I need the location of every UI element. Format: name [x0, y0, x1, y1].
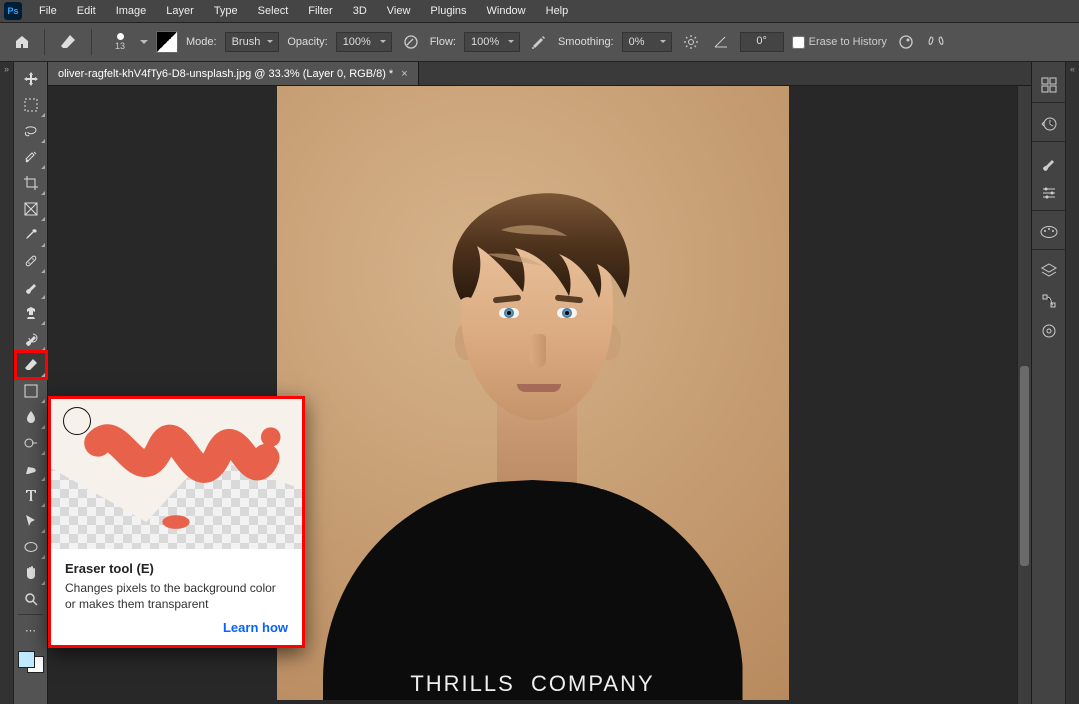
channels-icon[interactable]	[1036, 318, 1062, 344]
document-tab-title: oliver-ragfelt-khV4fTy6-D8-unsplash.jpg …	[58, 68, 393, 80]
eraser-tool[interactable]	[16, 352, 46, 378]
mode-label: Mode:	[186, 36, 217, 48]
gradient-tool[interactable]	[16, 378, 46, 404]
blur-tool[interactable]	[16, 404, 46, 430]
scroll-thumb[interactable]	[1020, 366, 1029, 566]
marquee-tool[interactable]	[16, 92, 46, 118]
swatches-icon[interactable]	[1036, 219, 1062, 245]
tshirt-text-line1: THRILLS COMPANY	[323, 671, 743, 697]
move-tool[interactable]	[16, 66, 46, 92]
edit-toolbar-icon[interactable]: ⋯	[16, 617, 46, 643]
eyedropper-tool[interactable]	[16, 222, 46, 248]
smoothing-options-icon[interactable]	[680, 31, 702, 53]
pen-tool[interactable]	[16, 456, 46, 482]
vertical-scrollbar[interactable]	[1017, 86, 1031, 704]
menu-type[interactable]: Type	[205, 2, 247, 20]
brushes-icon[interactable]	[1036, 150, 1062, 176]
quick-select-tool[interactable]	[16, 144, 46, 170]
document-tab[interactable]: oliver-ragfelt-khV4fTy6-D8-unsplash.jpg …	[48, 62, 419, 85]
tooltip-title: Eraser tool (E)	[65, 561, 288, 576]
type-tool[interactable]	[16, 482, 46, 508]
angle-icon[interactable]	[710, 31, 732, 53]
ps-logo-icon: Ps	[4, 2, 22, 20]
tooltip-learn-link[interactable]: Learn how	[223, 620, 288, 635]
smoothing-select[interactable]: 0%	[622, 32, 672, 52]
foreground-color-swatch[interactable]	[18, 651, 35, 668]
healing-tool[interactable]	[16, 248, 46, 274]
flow-label: Flow:	[430, 36, 456, 48]
shape-tool[interactable]	[16, 534, 46, 560]
tools-panel: ⋯	[14, 62, 48, 704]
tooltip-preview	[51, 399, 302, 549]
document-tabs: oliver-ragfelt-khV4fTy6-D8-unsplash.jpg …	[48, 62, 1031, 86]
layers-icon[interactable]	[1036, 258, 1062, 284]
color-swatches[interactable]	[18, 651, 44, 673]
right-panels-collapsed	[1031, 62, 1065, 704]
clone-stamp-tool[interactable]	[16, 300, 46, 326]
tool-tooltip: Eraser tool (E) Changes pixels to the ba…	[48, 396, 305, 648]
opacity-label: Opacity:	[287, 36, 327, 48]
brush-tool[interactable]	[16, 274, 46, 300]
pressure-size-icon[interactable]	[895, 31, 917, 53]
menu-window[interactable]: Window	[478, 2, 535, 20]
menu-select[interactable]: Select	[249, 2, 298, 20]
options-bar: 13 Mode: Brush Opacity: 100% Flow: 100% …	[0, 22, 1079, 62]
tooltip-description: Changes pixels to the background color o…	[65, 580, 288, 612]
home-icon[interactable]	[12, 32, 32, 52]
menu-image[interactable]: Image	[107, 2, 156, 20]
symmetry-icon[interactable]	[925, 31, 947, 53]
paths-icon[interactable]	[1036, 288, 1062, 314]
menu-view[interactable]: View	[378, 2, 420, 20]
frame-tool[interactable]	[16, 196, 46, 222]
path-select-tool[interactable]	[16, 508, 46, 534]
smoothing-label: Smoothing:	[558, 36, 614, 48]
brush-size-label: 13	[115, 41, 125, 51]
photo-content: THRILLS COMPANY BYRON BAY	[277, 86, 789, 700]
tooltip-cursor-icon	[63, 407, 91, 435]
opacity-select[interactable]: 100%	[336, 32, 392, 52]
hand-tool[interactable]	[16, 560, 46, 586]
airbrush-icon[interactable]	[528, 31, 550, 53]
toolbar-expand-gutter[interactable]: »	[0, 62, 14, 704]
erase-to-history-checkbox[interactable]: Erase to History	[792, 36, 887, 49]
menu-plugins[interactable]: Plugins	[421, 2, 475, 20]
history-brush-tool[interactable]	[16, 326, 46, 352]
menu-filter[interactable]: Filter	[299, 2, 341, 20]
brush-settings-toggle-icon[interactable]	[156, 31, 178, 53]
mode-select[interactable]: Brush	[225, 32, 280, 52]
zoom-tool[interactable]	[16, 586, 46, 612]
app-menubar: Ps File Edit Image Layer Type Select Fil…	[0, 0, 1079, 22]
pressure-opacity-icon[interactable]	[400, 31, 422, 53]
flow-select[interactable]: 100%	[464, 32, 520, 52]
menu-3d[interactable]: 3D	[344, 2, 376, 20]
brush-preset-picker[interactable]: 13	[104, 26, 148, 58]
history-icon[interactable]	[1036, 111, 1062, 137]
angle-input[interactable]: 0°	[740, 32, 784, 52]
eraser-icon[interactable]	[57, 31, 79, 53]
lasso-tool[interactable]	[16, 118, 46, 144]
dodge-tool[interactable]	[16, 430, 46, 456]
adjustments-icon[interactable]	[1036, 180, 1062, 206]
crop-tool[interactable]	[16, 170, 46, 196]
close-icon[interactable]: ×	[401, 68, 407, 80]
menu-edit[interactable]: Edit	[68, 2, 105, 20]
right-expand-gutter[interactable]: «	[1065, 62, 1079, 704]
panels-icon[interactable]	[1036, 72, 1062, 98]
menu-layer[interactable]: Layer	[157, 2, 203, 20]
menu-help[interactable]: Help	[537, 2, 578, 20]
menu-file[interactable]: File	[30, 2, 66, 20]
